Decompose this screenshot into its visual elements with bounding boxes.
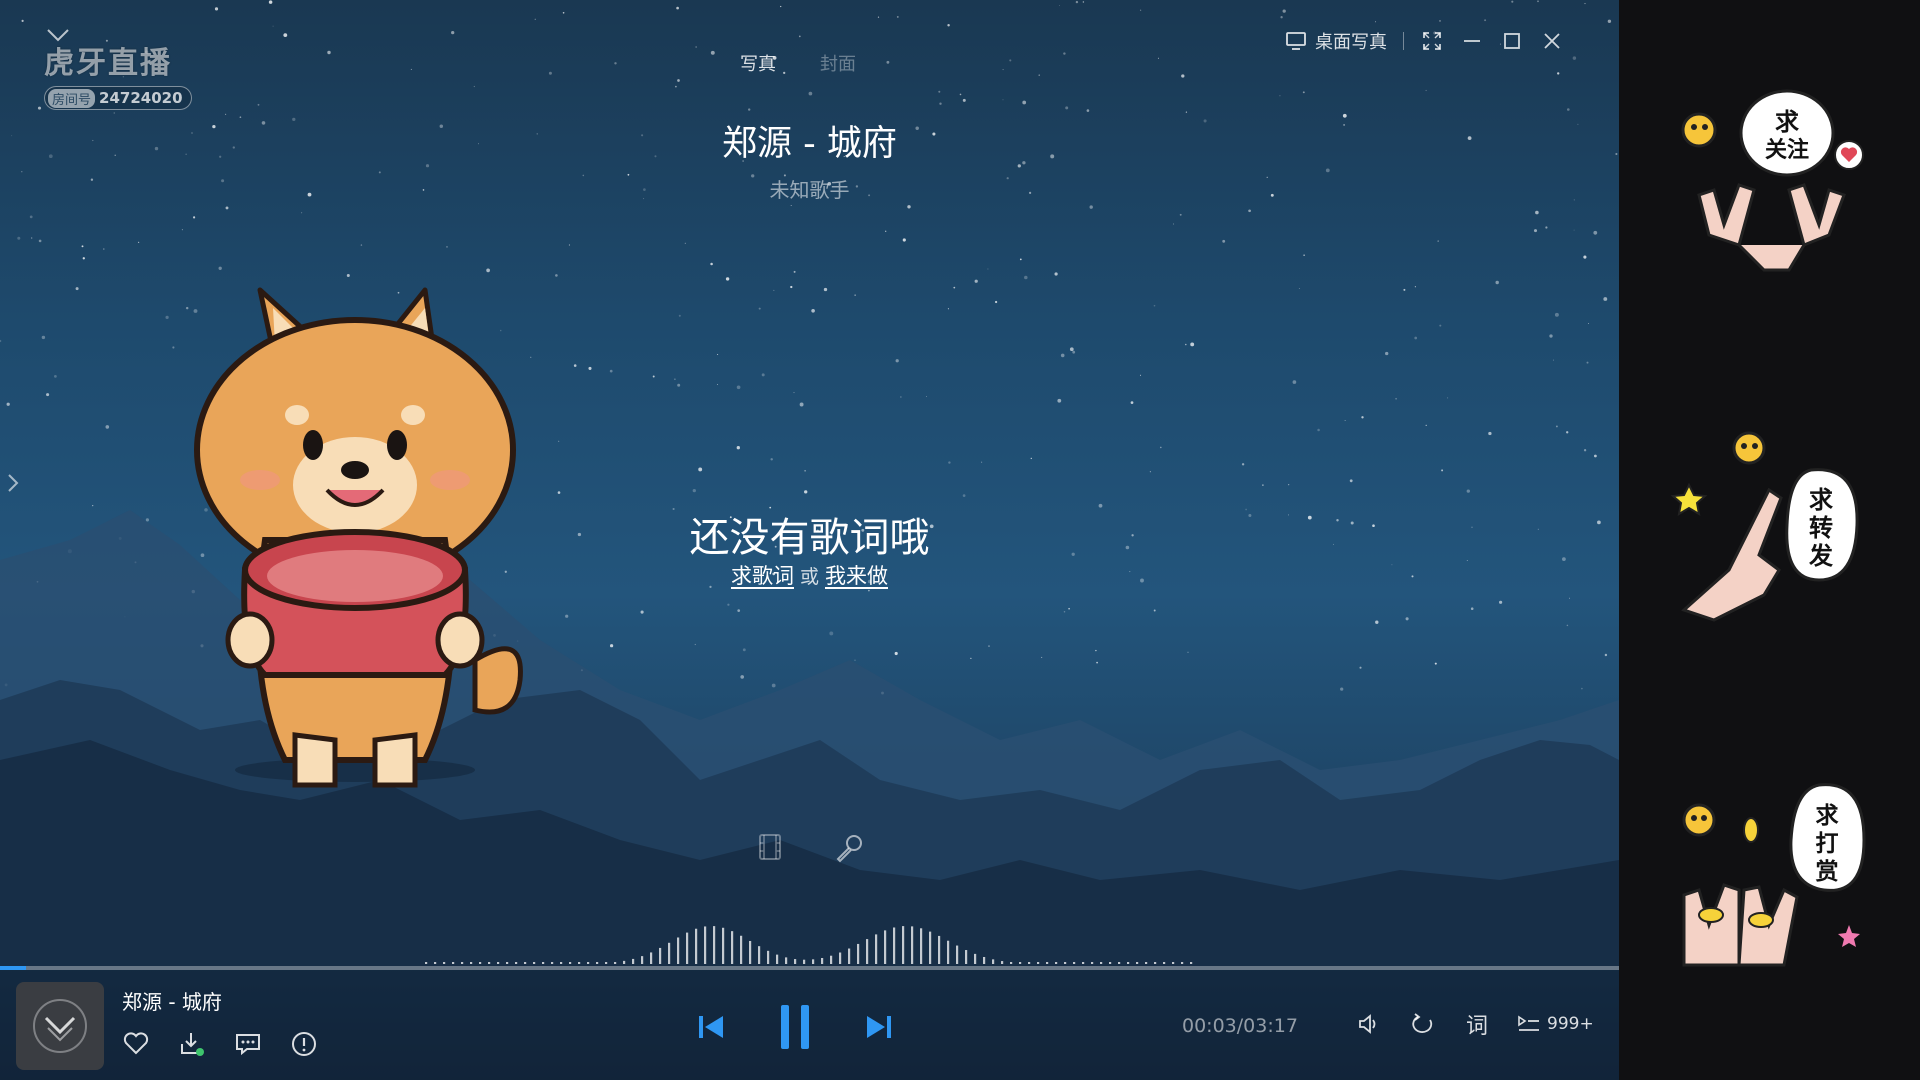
hands-heart-icon: [1697, 183, 1846, 272]
follow-request-sticker: 求 关注: [1681, 89, 1864, 272]
star-icon: [1838, 925, 1860, 947]
or-text: 或: [799, 566, 819, 588]
microphone-icon[interactable]: [833, 832, 865, 864]
expand-side-arrow-icon[interactable]: [6, 472, 20, 494]
emoji-face-icon: [1682, 803, 1716, 837]
volume-icon: [1359, 1014, 1376, 1034]
logo-brand: 虎牙直播: [44, 46, 172, 81]
minimize-icon: [1464, 40, 1480, 42]
like-button[interactable]: [122, 1030, 150, 1058]
close-icon: [1544, 33, 1560, 49]
sticker-3-text-a: 求: [1816, 803, 1839, 829]
pause-icon[interactable]: [777, 1002, 813, 1052]
music-player: 虎牙直播 房间号 24724020 写真 封面 桌面写真 郑源 - 城府 未知歌…: [0, 0, 1619, 1080]
playlist-button[interactable]: 999+: [1517, 1014, 1594, 1034]
share-request-sticker: 求 转 发: [1670, 431, 1859, 622]
audio-visualizer: [425, 926, 1193, 964]
request-lyrics-link[interactable]: 求歌词: [731, 564, 794, 588]
bottom-control-bar: 郑源 - 城府 00:03/03:17 词 999+: [0, 970, 1619, 1080]
maximize-icon: [1504, 33, 1520, 49]
sticker-1-text-a: 求: [1775, 108, 1799, 136]
emoji-face-icon: [1732, 431, 1766, 465]
minimize-button[interactable]: [1460, 29, 1484, 53]
sticker-panel: 求 关注 求 转 发 求 打 赏: [1619, 0, 1920, 1080]
desktop-icon: [1286, 32, 1306, 50]
info-button[interactable]: [290, 1030, 318, 1058]
sticker-3-text-b: 打: [1816, 830, 1839, 857]
volume-button[interactable]: [1355, 1010, 1383, 1038]
transport-controls: [695, 1002, 895, 1052]
mv-karaoke-controls: [755, 832, 865, 864]
make-lyrics-link[interactable]: 我来做: [825, 564, 888, 588]
close-button[interactable]: [1540, 29, 1564, 53]
emoji-face-icon: [1681, 112, 1717, 148]
divider: [1403, 32, 1404, 50]
room-number-badge: 房间号 24724020: [44, 86, 192, 110]
collapse-chevron-icon: [33, 999, 87, 1053]
room-label: 房间号: [48, 88, 96, 108]
playlist-icon: [1518, 1015, 1539, 1031]
heart-icon: [123, 1032, 149, 1055]
window-controls: 桌面写真: [1285, 28, 1564, 54]
tab-cover[interactable]: 封面: [820, 50, 856, 76]
repeat-button[interactable]: [1409, 1010, 1437, 1038]
no-lyrics-message: 还没有歌词哦: [689, 515, 930, 561]
next-icon[interactable]: [863, 1011, 895, 1043]
coin-icon: [1743, 817, 1759, 843]
song-actions: [122, 1030, 318, 1058]
view-tabs: 写真 封面: [740, 50, 856, 76]
album-cover-thumbnail[interactable]: [16, 982, 104, 1070]
sticker-2-text-b: 转: [1809, 514, 1833, 542]
huya-logo: 虎牙直播 房间号 24724020: [44, 38, 192, 110]
lyric-links: 求歌词或我来做: [0, 560, 1619, 590]
open-hands-icon: [1682, 883, 1741, 967]
comment-icon: [236, 1034, 260, 1056]
download-button[interactable]: [178, 1030, 206, 1058]
playlist-count: 999+: [1547, 1014, 1594, 1034]
desktop-photo-button[interactable]: 桌面写真: [1285, 28, 1387, 54]
film-icon[interactable]: [755, 832, 785, 862]
tab-photo[interactable]: 写真: [740, 50, 776, 76]
fullscreen-icon: [1423, 32, 1441, 50]
sticker-2-text-c: 发: [1808, 542, 1833, 570]
sticker-2-text-a: 求: [1809, 486, 1833, 514]
tip-request-sticker: 求 打 赏: [1682, 783, 1866, 967]
comment-button[interactable]: [234, 1030, 262, 1058]
playback-options: 词 999+: [1355, 1010, 1594, 1039]
prev-icon[interactable]: [695, 1011, 727, 1043]
desktop-photo-label: 桌面写真: [1315, 32, 1387, 53]
room-number: 24724020: [99, 89, 183, 107]
artist-name: 未知歌手: [769, 178, 850, 202]
desktop-lyrics-button[interactable]: 词: [1463, 1010, 1491, 1039]
sticker-3-text-c: 赏: [1816, 859, 1839, 885]
star-icon: [1670, 482, 1708, 516]
time-display: 00:03/03:17: [1182, 1015, 1298, 1037]
song-title: 郑源 - 城府: [722, 124, 897, 164]
now-playing-title: 郑源 - 城府: [122, 990, 222, 1014]
maximize-button[interactable]: [1500, 29, 1524, 53]
fullscreen-button[interactable]: [1420, 29, 1444, 53]
info-icon: [292, 1032, 316, 1056]
download-icon: [181, 1033, 204, 1056]
repeat-icon: [1412, 1013, 1433, 1033]
sticker-1-text-b: 关注: [1765, 137, 1809, 163]
